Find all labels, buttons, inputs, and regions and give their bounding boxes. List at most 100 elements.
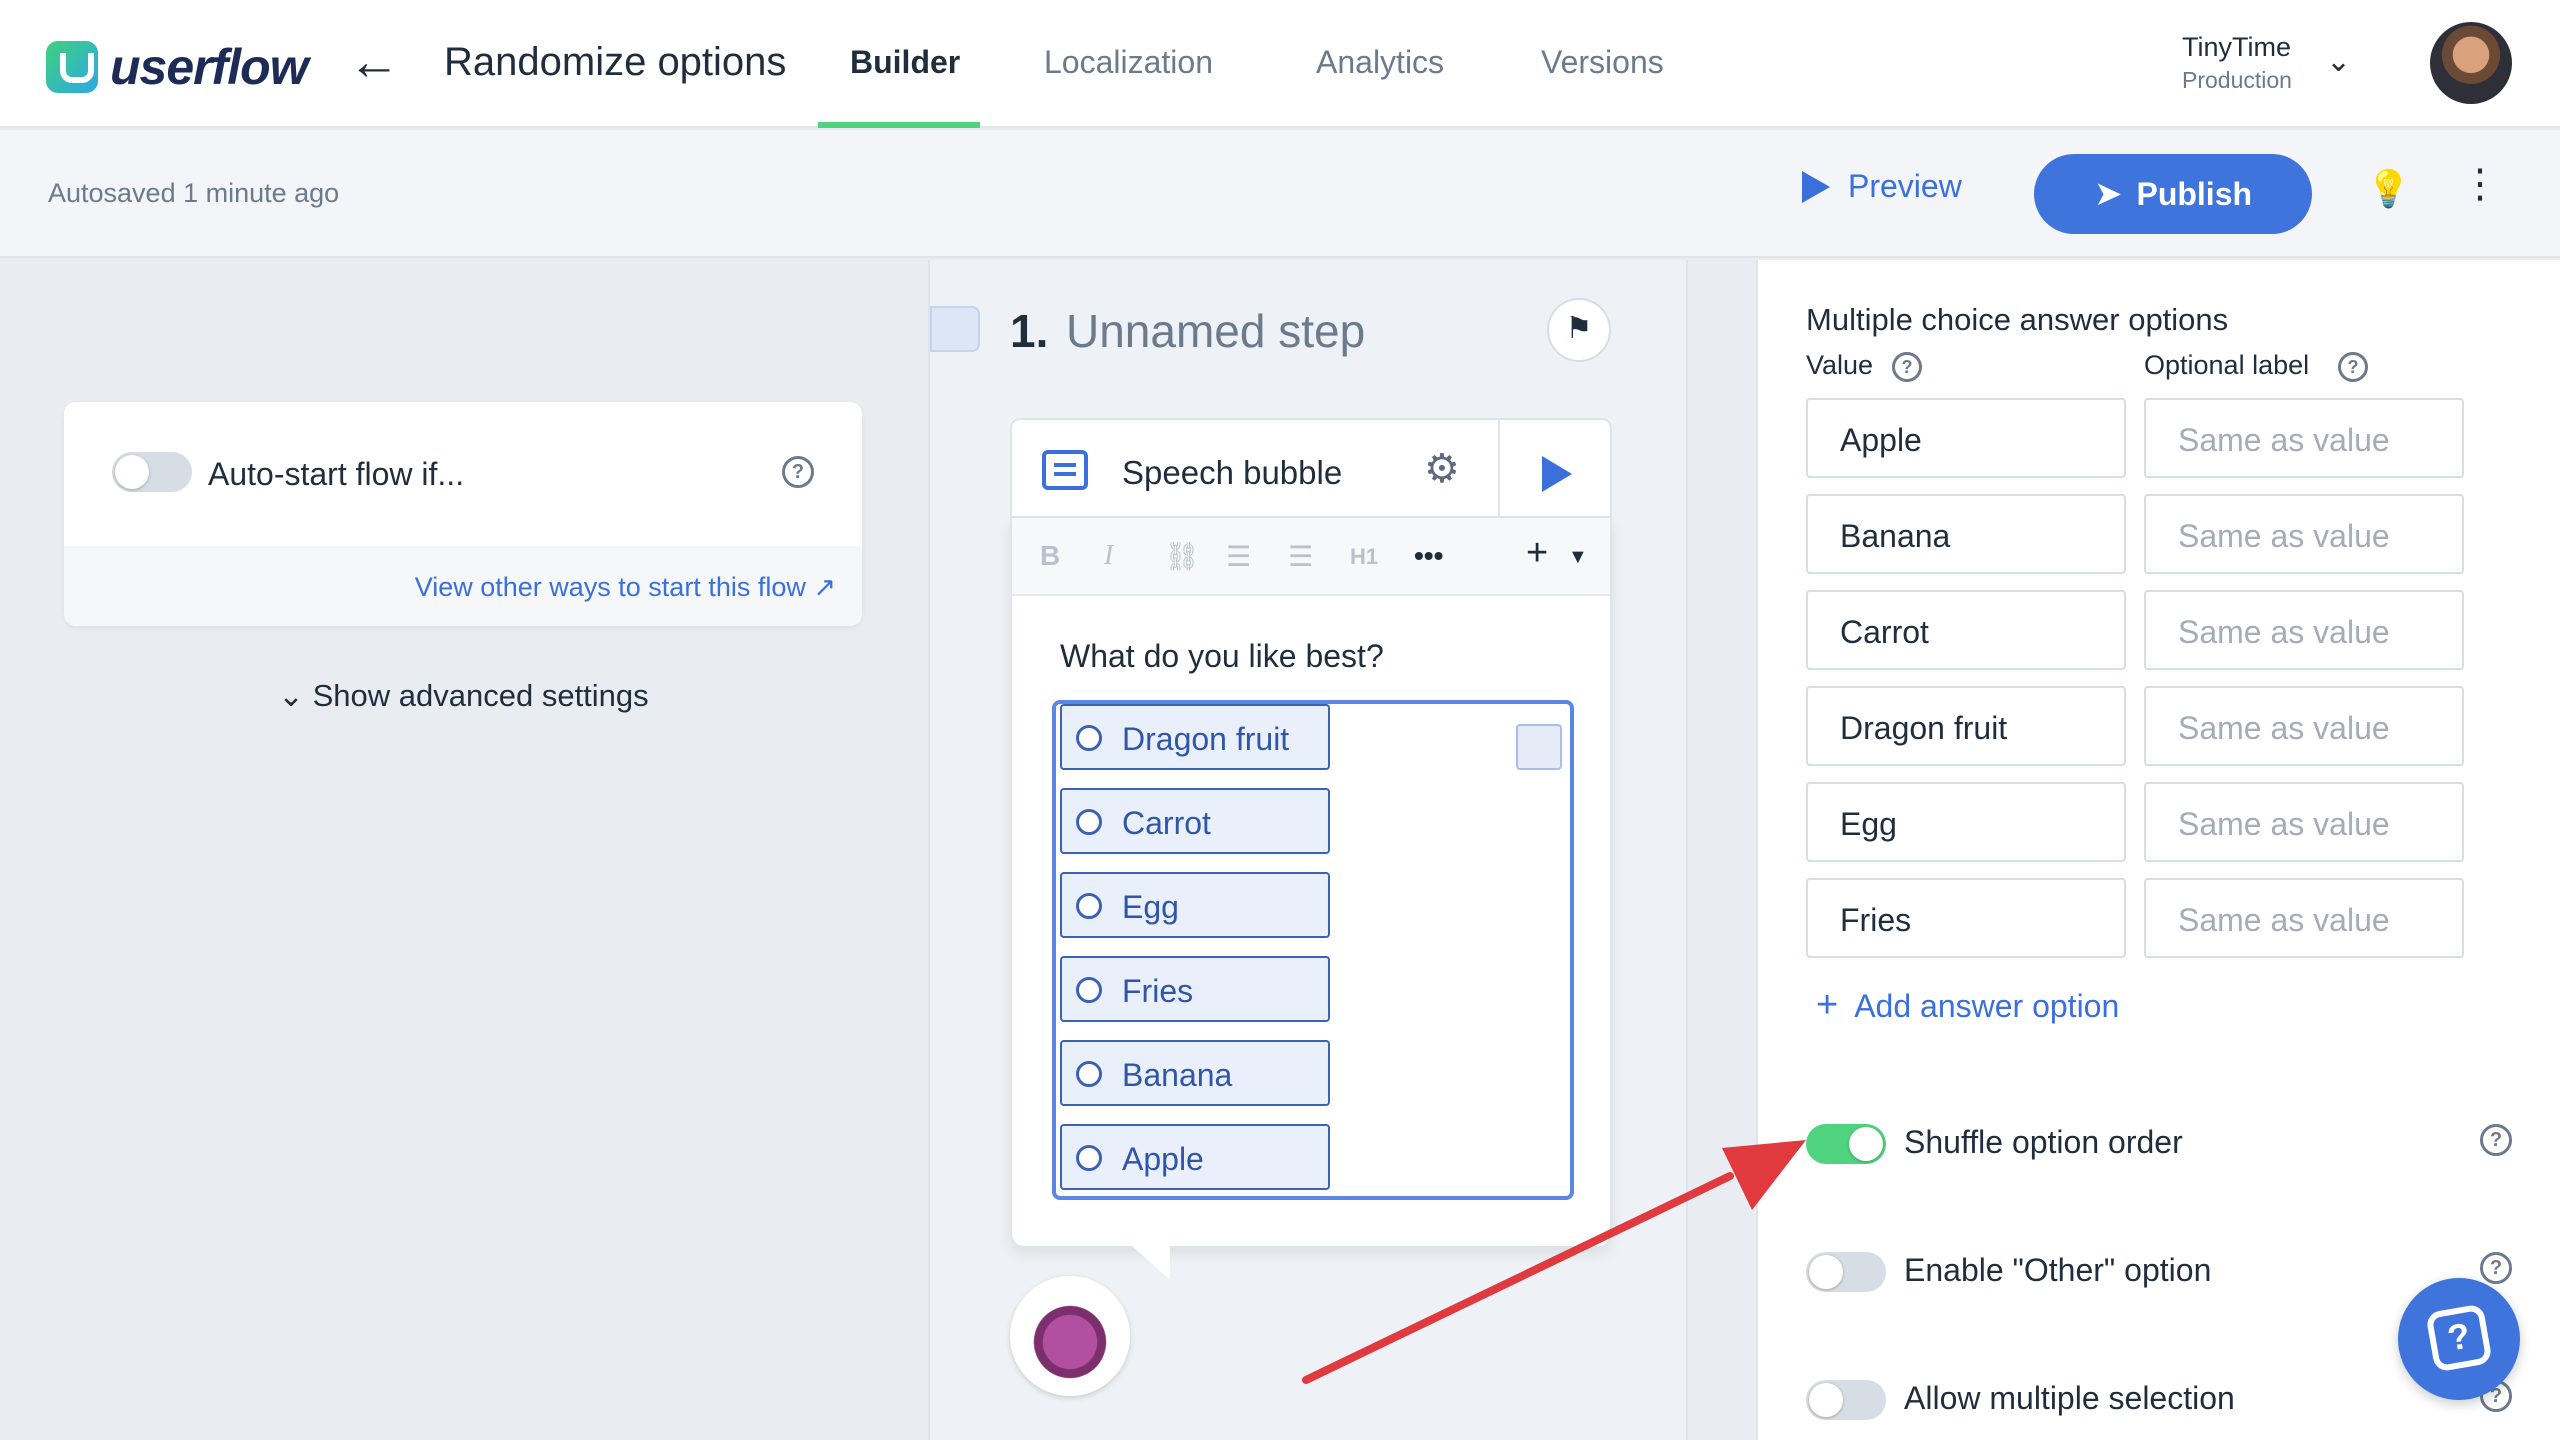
radio-icon	[1076, 1145, 1102, 1171]
step-number: 1.	[1010, 305, 1049, 357]
step-drag-handle[interactable]	[930, 306, 980, 352]
tab-versions[interactable]: Versions	[1541, 44, 1664, 81]
option-label-input[interactable]: Same as value	[2144, 782, 2464, 862]
show-advanced-settings[interactable]: ⌄ Show advanced settings	[278, 678, 649, 714]
view-other-ways-link[interactable]: View other ways to start this flow ↗	[415, 572, 836, 603]
help-icon[interactable]: ?	[2480, 1124, 2512, 1156]
bullet-list-icon[interactable]: ☰	[1288, 540, 1313, 573]
value-column-header: Value	[1806, 350, 1874, 380]
paper-plane-icon: ➤	[2093, 175, 2123, 213]
other-option-toggle[interactable]	[1806, 1252, 1886, 1292]
plus-icon: +	[1816, 984, 1839, 1026]
more-menu-icon[interactable]: ⋮	[2460, 164, 2500, 204]
preview-button[interactable]: Preview	[1802, 168, 1962, 205]
step-name[interactable]: Unnamed step	[1066, 304, 1365, 358]
block-settings-panel: Multiple choice answer options Value ? O…	[1756, 260, 2560, 1440]
block-header: Speech bubble ⚙	[1010, 418, 1612, 520]
chevron-down-icon[interactable]: ⌄	[2326, 44, 2351, 79]
add-content-icon[interactable]: +	[1526, 532, 1548, 575]
user-avatar[interactable]	[2430, 22, 2512, 104]
flow-title: Randomize options	[444, 40, 787, 84]
play-icon[interactable]	[1542, 456, 1572, 492]
lightbulb-icon[interactable]: 💡	[2366, 168, 2411, 210]
gear-icon[interactable]: ⚙	[1424, 446, 1460, 492]
option-label-input[interactable]: Same as value	[2144, 590, 2464, 670]
italic-icon[interactable]: I	[1104, 540, 1113, 572]
auto-start-label: Auto-start flow if...	[208, 456, 465, 492]
heading-icon[interactable]: H1	[1350, 544, 1378, 570]
caret-down-icon[interactable]: ▼	[1568, 546, 1588, 569]
option-value-input[interactable]: Apple	[1806, 398, 2126, 478]
option-label-input[interactable]: Same as value	[2144, 398, 2464, 478]
external-link-icon: ↗	[813, 572, 836, 602]
account-environment: Production	[2182, 67, 2292, 93]
chevron-down-icon: ⌄	[278, 678, 304, 713]
autosave-status: Autosaved 1 minute ago	[48, 178, 340, 208]
option-value-input[interactable]: Carrot	[1806, 590, 2126, 670]
publish-button[interactable]: ➤ Publish	[2034, 154, 2312, 234]
ordered-list-icon[interactable]: ☰	[1226, 540, 1251, 573]
auto-start-card: Auto-start flow if... ? View other ways …	[64, 402, 862, 626]
tab-localization[interactable]: Localization	[1044, 44, 1213, 81]
userflow-logo[interactable]: userflow	[46, 38, 309, 96]
block-handle[interactable]	[1516, 724, 1562, 770]
step-canvas: 1. Unnamed step ⚑ Speech bubble ⚙ B I ⛓ …	[928, 260, 1688, 1440]
auto-start-toggle[interactable]	[112, 452, 192, 492]
publish-label: Publish	[2136, 175, 2253, 212]
option-value-input[interactable]: Dragon fruit	[1806, 686, 2126, 766]
account-switcher[interactable]: TinyTime Production	[2182, 32, 2292, 94]
option-value-input[interactable]: Egg	[1806, 782, 2126, 862]
finish-flag-icon[interactable]: ⚑	[1547, 298, 1611, 362]
help-icon[interactable]: ?	[782, 456, 814, 488]
shuffle-label: Shuffle option order	[1904, 1124, 2183, 1160]
help-icon[interactable]: ?	[2480, 1252, 2512, 1284]
option-label-input[interactable]: Same as value	[2144, 686, 2464, 766]
logo-text: userflow	[110, 39, 309, 95]
multiple-selection-label: Allow multiple selection	[1904, 1380, 2235, 1416]
choice-option[interactable]: Banana	[1060, 1040, 1330, 1106]
logo-mark-icon	[46, 41, 98, 93]
answer-options-title: Multiple choice answer options	[1806, 302, 2229, 337]
tab-analytics[interactable]: Analytics	[1316, 44, 1444, 81]
speech-bubble-icon	[1042, 450, 1088, 490]
multiple-selection-toggle[interactable]	[1806, 1380, 1886, 1420]
help-icon[interactable]: ?	[1892, 352, 1922, 382]
option-value-input[interactable]: Fries	[1806, 878, 2126, 958]
auto-start-footer: View other ways to start this flow ↗	[64, 546, 862, 626]
choice-option[interactable]: Egg	[1060, 872, 1330, 938]
option-value-input[interactable]: Banana	[1806, 494, 2126, 574]
link-icon[interactable]: ⛓	[1164, 540, 1200, 573]
tab-builder[interactable]: Builder	[850, 44, 960, 81]
other-option-label: Enable "Other" option	[1904, 1252, 2212, 1288]
choice-option[interactable]: Fries	[1060, 956, 1330, 1022]
multiple-choice-block[interactable]: Dragon fruit Carrot Egg Fries Banana App…	[1052, 700, 1574, 1200]
back-arrow-icon[interactable]: ←	[348, 36, 400, 88]
account-name: TinyTime	[2182, 32, 2292, 62]
choice-option[interactable]: Dragon fruit	[1060, 704, 1330, 770]
add-answer-option-button[interactable]: + Add answer option	[1816, 984, 2119, 1027]
flow-settings-panel: Auto-start flow if... ? View other ways …	[0, 260, 928, 1440]
bubble-tail	[1130, 1244, 1170, 1280]
speech-bubble-block: Speech bubble ⚙ B I ⛓ ☰ ☰ H1 ••• + ▼ Wha…	[1010, 418, 1612, 1280]
block-label: Speech bubble	[1122, 454, 1343, 491]
active-tab-indicator	[818, 122, 980, 128]
help-icon[interactable]: ?	[2338, 352, 2368, 382]
label-column-header: Optional label	[2144, 350, 2310, 380]
play-icon	[1802, 170, 1830, 203]
bold-icon[interactable]: B	[1040, 540, 1060, 572]
option-label-input[interactable]: Same as value	[2144, 494, 2464, 574]
builder-toolbar: Autosaved 1 minute ago Preview ➤ Publish…	[0, 130, 2560, 258]
format-toolbar: B I ⛓ ☰ ☰ H1 ••• + ▼	[1012, 518, 1610, 596]
choice-option[interactable]: Apple	[1060, 1124, 1330, 1190]
help-chat-button[interactable]: ?	[2398, 1278, 2520, 1400]
radio-icon	[1076, 725, 1102, 751]
radio-icon	[1076, 1061, 1102, 1087]
more-formatting-icon[interactable]: •••	[1414, 540, 1443, 572]
choice-option[interactable]: Carrot	[1060, 788, 1330, 854]
content-editor[interactable]: B I ⛓ ☰ ☰ H1 ••• + ▼ What do you like be…	[1010, 518, 1612, 1248]
question-text[interactable]: What do you like best?	[1060, 638, 1384, 675]
question-icon: ?	[2425, 1303, 2493, 1373]
radio-icon	[1076, 893, 1102, 919]
shuffle-toggle[interactable]	[1806, 1124, 1886, 1164]
option-label-input[interactable]: Same as value	[2144, 878, 2464, 958]
